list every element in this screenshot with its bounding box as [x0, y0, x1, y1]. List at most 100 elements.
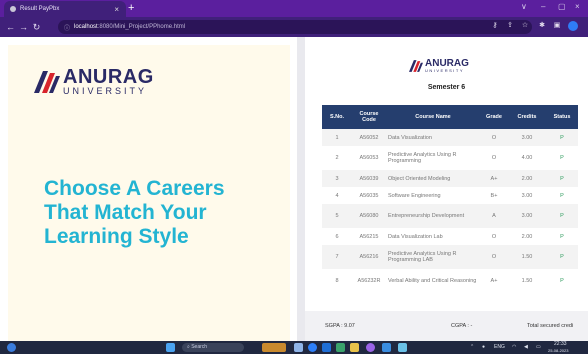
- cell-grade: O: [480, 228, 508, 245]
- sgpa-value: SGPA : 9.07: [325, 323, 355, 329]
- cell-sno: 1: [322, 129, 352, 146]
- result-panel[interactable]: ANURAG UNIVERSITY Semester 6 S.No. Cours…: [305, 37, 588, 341]
- taskbar-search[interactable]: ⌕ Search: [182, 343, 244, 352]
- semester-title: Semester 6: [427, 84, 466, 91]
- language-indicator[interactable]: ENG: [494, 344, 505, 350]
- headline-line: That Match Your: [44, 201, 207, 224]
- cell-course-code: A56053: [352, 146, 386, 170]
- tab-close-icon[interactable]: ×: [114, 5, 119, 14]
- cell-status: P: [546, 245, 578, 269]
- table-row: 8 A56232R Verbal Ability and Critical Reas…: [322, 269, 578, 293]
- table-row: 2 A56053 Predictive Analytics Using R Prog…: [322, 146, 578, 170]
- windows-taskbar: ⌕ Search ⌃ ● ENG ◠ ◀ ▭ 22:33 25-08-2023: [0, 341, 588, 354]
- cell-sno: 5: [322, 204, 352, 228]
- cell-course-code: A56232R: [352, 269, 386, 293]
- tab-search-icon[interactable]: ∨: [521, 2, 527, 11]
- browser-titlebar: Result PayPbx × + ∨ – ▢ ×: [0, 0, 588, 17]
- table-row: 4 A56035 Software Engineering B+ 3.00 P: [322, 187, 578, 204]
- headline-line: Learning Style: [44, 225, 189, 248]
- cell-course-name: Entrepreneurship Development: [386, 204, 480, 228]
- cell-status: P: [546, 146, 578, 170]
- col-header: S.No.: [322, 105, 352, 129]
- clock-date[interactable]: 25-08-2023: [548, 348, 568, 353]
- reload-icon[interactable]: ↻: [30, 22, 43, 33]
- url-host: localhost: [74, 24, 98, 30]
- cell-course-name: Predictive Analytics Using R Programming: [386, 146, 480, 170]
- table-header-row: S.No. Course Code Course Name Grade Cred…: [322, 105, 578, 129]
- search-label: Search: [191, 344, 208, 350]
- forward-arrow-icon[interactable]: →: [17, 22, 30, 32]
- cell-course-code: A56080: [352, 204, 386, 228]
- cell-sno: 4: [322, 187, 352, 204]
- clock-time[interactable]: 22:33: [554, 341, 567, 347]
- battery-icon[interactable]: ▭: [536, 344, 541, 350]
- task-view-icon[interactable]: [294, 343, 303, 352]
- tray-app-icon[interactable]: ●: [482, 344, 485, 350]
- close-window-button[interactable]: ×: [575, 2, 580, 11]
- minimize-button[interactable]: –: [541, 2, 545, 11]
- share-icon[interactable]: ⇪: [505, 21, 515, 31]
- bookmark-star-icon[interactable]: ☆: [520, 21, 530, 31]
- cell-credits: 4.00: [508, 146, 546, 170]
- left-panel: ANURAG UNIVERSITY Choose A Careers That …: [0, 37, 297, 341]
- cell-course-code: A56216: [352, 245, 386, 269]
- total-credits: Total secured credi: [527, 323, 574, 329]
- start-icon[interactable]: [166, 343, 175, 352]
- key-icon[interactable]: ⚷: [490, 21, 500, 31]
- cell-credits: 3.00: [508, 204, 546, 228]
- cgpa-value: CGPA : -: [451, 323, 473, 329]
- table-row: 6 A56215 Data Visualization Lab O 2.00 P: [322, 228, 578, 245]
- widgets-icon[interactable]: [7, 343, 16, 352]
- cell-grade: O: [480, 146, 508, 170]
- new-tab-button[interactable]: +: [128, 2, 134, 14]
- col-header: Course Code: [352, 105, 386, 129]
- cell-course-name: Software Engineering: [386, 187, 480, 204]
- cell-credits: 2.00: [508, 170, 546, 187]
- cell-status: P: [546, 187, 578, 204]
- browser-taskbar-icon[interactable]: [308, 343, 317, 352]
- sidebar-icon[interactable]: ▣: [552, 21, 562, 31]
- tray-chevron-icon[interactable]: ⌃: [470, 344, 474, 350]
- app-icon[interactable]: [262, 343, 286, 352]
- vscode-icon[interactable]: [398, 343, 407, 352]
- volume-icon[interactable]: ◀: [524, 344, 528, 350]
- chrome-icon[interactable]: [366, 343, 375, 352]
- hero-headline: Choose A Careers That Match Your Learnin…: [44, 177, 294, 249]
- cell-course-name: Data Visualization: [386, 129, 480, 146]
- headline-line: Choose A Careers: [44, 177, 225, 200]
- store-icon[interactable]: [336, 343, 345, 352]
- mail-icon[interactable]: [322, 343, 331, 352]
- col-header: Grade: [480, 105, 508, 129]
- cell-course-code: A56039: [352, 170, 386, 187]
- wifi-icon[interactable]: ◠: [512, 344, 516, 350]
- browser-tab[interactable]: Result PayPbx ×: [4, 1, 126, 17]
- profile-avatar[interactable]: [568, 21, 578, 31]
- file-explorer-icon[interactable]: [350, 343, 359, 352]
- cell-course-name: Predictive Analytics Using R Programming…: [386, 245, 480, 269]
- anurag-logo-mark-icon: [409, 60, 423, 72]
- cell-grade: O: [480, 129, 508, 146]
- col-header: Status: [546, 105, 578, 129]
- maximize-button[interactable]: ▢: [558, 2, 566, 11]
- address-bar[interactable]: ⓘ localhost:8080/Mini_Project/PPhome.htm…: [58, 20, 532, 34]
- settings-icon[interactable]: [382, 343, 391, 352]
- back-arrow-icon[interactable]: ←: [4, 22, 17, 32]
- extensions-icon[interactable]: ✱: [537, 21, 547, 31]
- cell-course-name: Verbal Ability and Critical Reasoning: [386, 269, 480, 293]
- table-row: 7 A56216 Predictive Analytics Using R Prog…: [322, 245, 578, 269]
- logo-subtitle: UNIVERSITY: [425, 68, 465, 73]
- browser-toolbar: ← → ↻ ⓘ localhost:8080/Mini_Project/PPho…: [0, 17, 588, 37]
- tab-title: Result PayPbx: [20, 6, 60, 12]
- cell-status: P: [546, 204, 578, 228]
- results-table: S.No. Course Code Course Name Grade Cred…: [322, 105, 578, 293]
- table-row: 1 A56052 Data Visualization O 3.00 P: [322, 129, 578, 146]
- cell-status: P: [546, 228, 578, 245]
- page-viewport: ANURAG UNIVERSITY Choose A Careers That …: [0, 37, 588, 341]
- site-info-icon[interactable]: ⓘ: [64, 23, 70, 32]
- col-header: Credits: [508, 105, 546, 129]
- cell-sno: 3: [322, 170, 352, 187]
- logo-subtitle: UNIVERSITY: [63, 86, 148, 96]
- col-header: Course Name: [386, 105, 480, 129]
- cell-sno: 6: [322, 228, 352, 245]
- cell-sno: 7: [322, 245, 352, 269]
